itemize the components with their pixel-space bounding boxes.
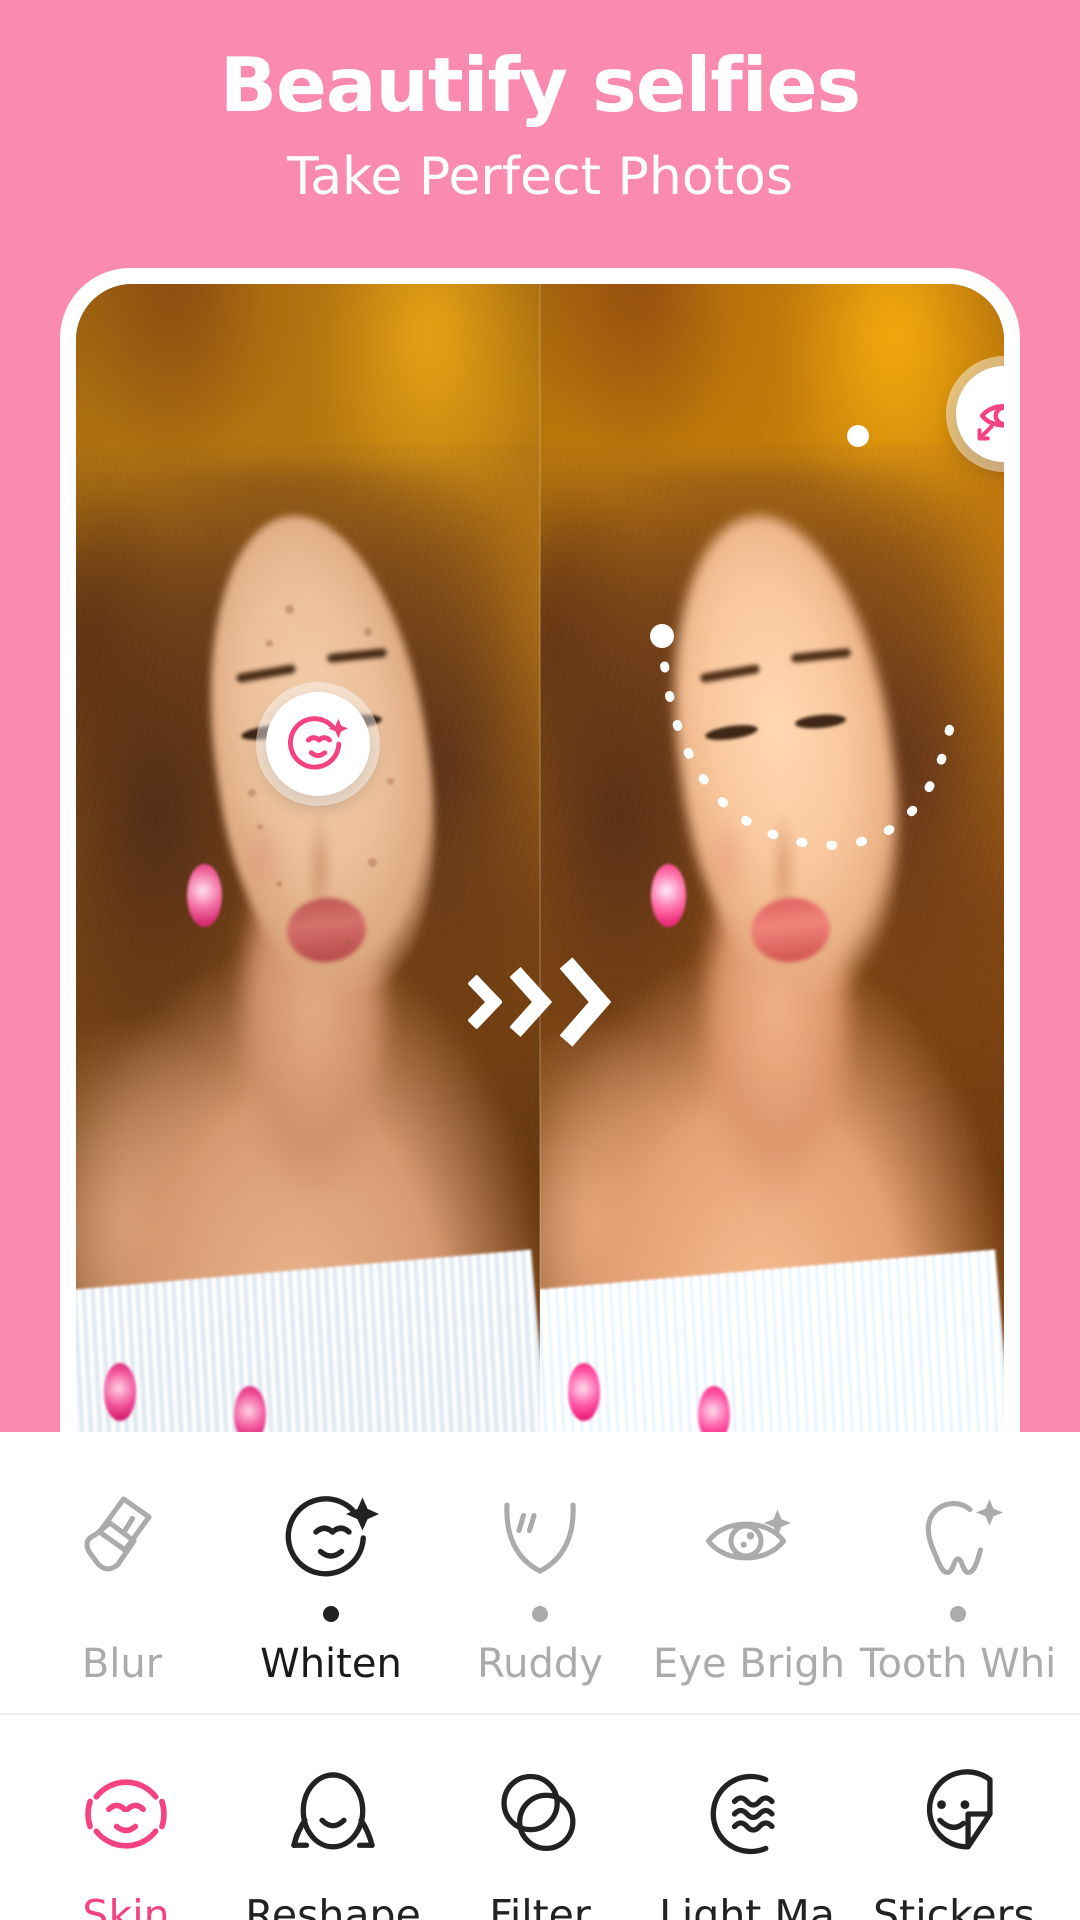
bottom-nav: Skin Reshape Filter Light Ma Stickers (0, 1715, 1080, 1920)
eye-enlarge-icon (977, 404, 1004, 441)
tool-tooth-whiten[interactable]: Tooth Whi (860, 1484, 1056, 1684)
page-subtitle: Take Perfect Photos (287, 147, 793, 207)
light-waves-icon (697, 1759, 797, 1869)
beauty-tool-row: Blur Whiten Ruddy Eye Brigh Tooth Whi (0, 1432, 1080, 1713)
overlapping-circles-icon (490, 1759, 590, 1869)
nav-label: Stickers (873, 1891, 1035, 1920)
tool-dot (532, 1606, 548, 1622)
face-closed-eyes-icon (76, 1759, 176, 1869)
tooth-sparkle-icon (910, 1484, 1006, 1592)
nav-item-reshape[interactable]: Reshape (237, 1759, 429, 1920)
tool-label: Ruddy (477, 1641, 603, 1687)
photo-preview-card (60, 268, 1020, 1432)
before-after-divider (539, 284, 541, 1432)
nav-item-filter[interactable]: Filter (444, 1759, 636, 1920)
nav-item-light-ma[interactable]: Light Ma (651, 1759, 843, 1920)
tool-ruddy[interactable]: Ruddy (452, 1484, 628, 1684)
tool-label: Whiten (260, 1641, 402, 1687)
promo-header: Beautify selfies Take Perfect Photos (0, 0, 1080, 207)
whiten-face-button[interactable] (266, 692, 370, 796)
nav-item-stickers[interactable]: Stickers (858, 1759, 1050, 1920)
nail-polish-brush-icon (74, 1484, 170, 1592)
sticker-face-icon (904, 1759, 1004, 1869)
nav-label: Reshape (245, 1891, 421, 1920)
tool-label: Blur (81, 1641, 163, 1687)
page-title: Beautify selfies (219, 41, 861, 129)
editor-panel: Blur Whiten Ruddy Eye Brigh Tooth Whi Sk… (0, 1432, 1080, 1920)
photo-before (76, 284, 540, 1432)
photo-comparison[interactable] (76, 284, 1004, 1432)
nav-label: Skin (82, 1891, 170, 1920)
tool-eye-brighten[interactable]: Eye Brigh (653, 1484, 845, 1684)
cheek-blush-icon (492, 1484, 588, 1592)
nav-item-skin[interactable]: Skin (30, 1759, 222, 1920)
tool-label: Eye Brigh (653, 1641, 846, 1687)
tool-label: Tooth Whi (859, 1641, 1057, 1687)
tool-dot (323, 1606, 339, 1622)
triple-chevron-right-icon (468, 956, 612, 1047)
face-sparkle-icon (283, 1484, 379, 1592)
face-sparkle-icon (288, 716, 349, 770)
photo-after (540, 284, 1004, 1432)
tool-whiten[interactable]: Whiten (243, 1484, 419, 1684)
nav-label: Filter (489, 1891, 591, 1920)
face-reshape-icon (283, 1759, 383, 1869)
tool-dot (950, 1606, 966, 1622)
tool-blur[interactable]: Blur (34, 1484, 210, 1684)
nav-label: Light Ma (659, 1891, 835, 1920)
eye-sparkle-icon (701, 1484, 797, 1592)
